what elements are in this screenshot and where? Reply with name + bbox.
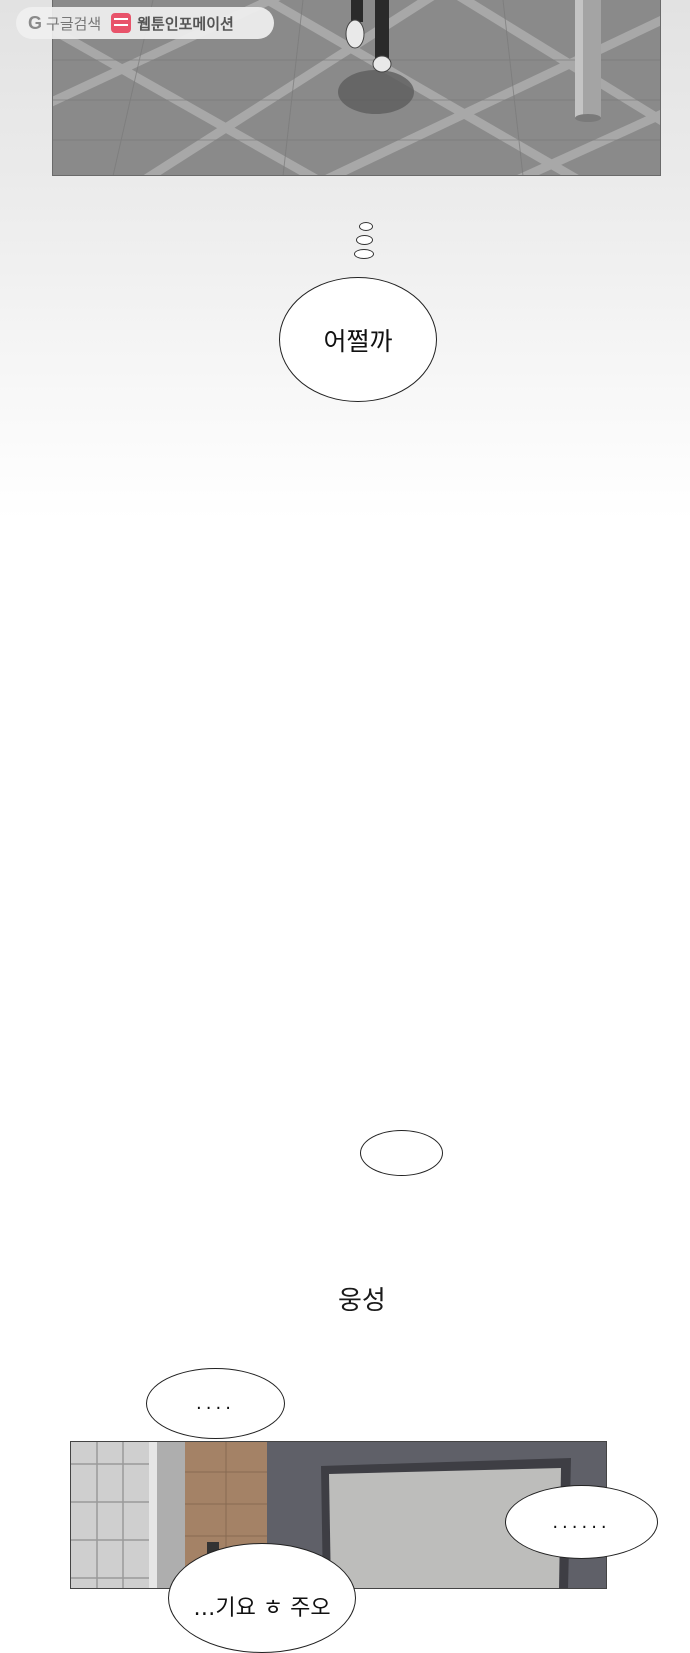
empty-speech-bubble [360,1130,443,1176]
watermark-badge: G 구글검색 웹툰인포메이션 [16,7,274,39]
ellipsis-speech-bubble-2: ...... [505,1485,658,1559]
ellipsis-text: .... [196,1393,235,1414]
webtoon-logo-icon [111,13,132,33]
thought-dot [354,249,374,259]
watermark-google-label: 구글검색 [46,14,102,33]
watermark-site-label: 웹툰인포메이션 [137,14,234,33]
ellipsis-speech-bubble: .... [146,1368,285,1439]
thought-dot [359,222,373,231]
cut-off-bubble-text: …기요 ㅎ 주오 [193,1596,331,1621]
ellipsis-text-2: ...... [552,1511,611,1533]
sound-effect-text: 웅성 [338,1286,386,1316]
cut-off-speech-bubble: …기요 ㅎ 주오 [168,1543,356,1653]
google-logo-icon: G [28,12,43,33]
thought-bubble: 어쩔까 [279,277,437,402]
thought-dot [356,235,373,245]
thought-bubble-text: 어쩔까 [323,326,393,356]
